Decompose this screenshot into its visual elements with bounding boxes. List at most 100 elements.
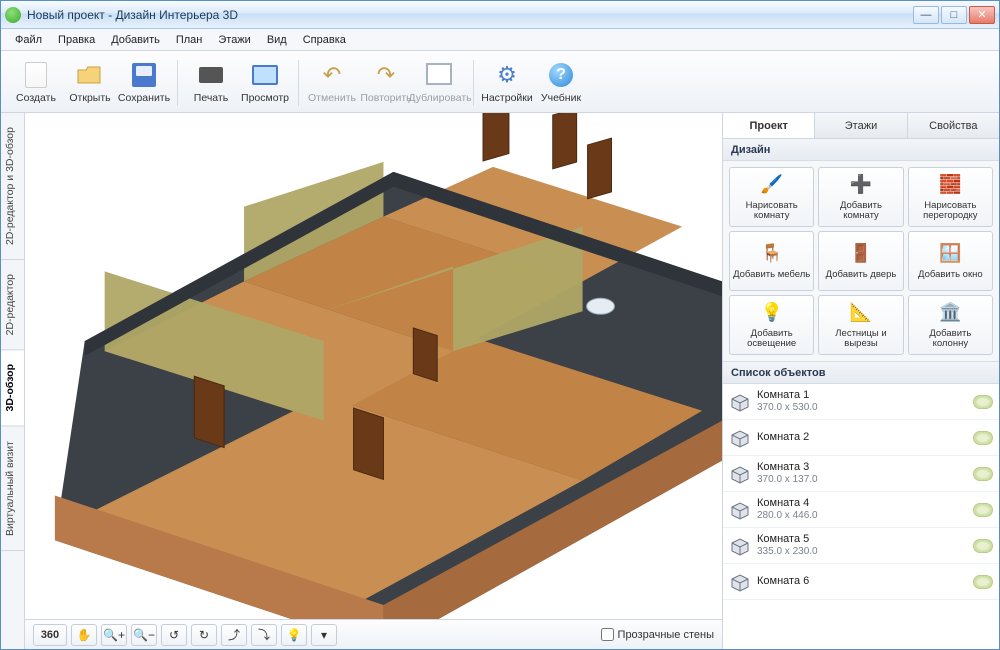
list-item[interactable]: Комната 3370.0 x 137.0 [723,456,999,492]
wall-icon: 🧱 [938,173,962,197]
tab-project[interactable]: Проект [723,113,815,138]
list-item[interactable]: Комната 2 [723,420,999,456]
draw-room-button[interactable]: 🖌️Нарисовать комнату [729,167,814,227]
add-room-button[interactable]: ➕Добавить комнату [818,167,903,227]
rotate-360-button[interactable]: 360 [33,624,67,646]
box-icon [729,571,751,593]
object-list[interactable]: Комната 1370.0 x 530.0 Комната 2 Комната… [723,384,999,649]
close-button[interactable]: ✕ [969,6,995,24]
tab-2d-3d[interactable]: 2D-редактор и 3D-обзор [1,113,24,260]
view-toolbar: 360 ✋ 🔍+ 🔍− ↺ ↻ ⤴ ⤵ 💡 ▾ Прозрачные стены [25,619,722,649]
menu-floors[interactable]: Этажи [210,31,258,49]
tab-2d[interactable]: 2D-редактор [1,260,24,350]
menu-help[interactable]: Справка [295,31,354,49]
view-dropdown[interactable]: ▾ [311,624,337,646]
transparent-walls-checkbox[interactable]: Прозрачные стены [601,628,714,641]
duplicate-button[interactable]: Дублировать [413,55,467,111]
menu-plan[interactable]: План [168,31,211,49]
add-column-button[interactable]: 🏛️Добавить колонну [908,295,993,355]
save-button[interactable]: Сохранить [117,55,171,111]
settings-button[interactable]: ⚙Настройки [480,55,534,111]
box-icon [729,463,751,485]
design-grid: 🖌️Нарисовать комнату ➕Добавить комнату 🧱… [723,161,999,362]
door-icon: 🚪 [849,242,873,266]
box-icon [729,427,751,449]
tab-3d[interactable]: 3D-обзор [1,350,24,426]
list-item[interactable]: Комната 1370.0 x 530.0 [723,384,999,420]
right-tabs: Проект Этажи Свойства [723,113,999,139]
column-icon: 🏛️ [938,301,962,325]
list-item[interactable]: Комната 4280.0 x 446.0 [723,492,999,528]
create-button[interactable]: Создать [9,55,63,111]
toolbar-separator [177,60,178,106]
zoom-out-button[interactable]: 🔍− [131,624,157,646]
new-icon [22,61,50,89]
printer-icon [197,61,225,89]
redo-icon: ↷ [372,61,400,89]
body: 2D-редактор и 3D-обзор 2D-редактор 3D-об… [1,113,999,649]
visibility-icon[interactable] [973,395,993,409]
visibility-icon[interactable] [973,503,993,517]
zoom-in-button[interactable]: 🔍+ [101,624,127,646]
light-button[interactable]: 💡 [281,624,307,646]
folder-icon [76,61,104,89]
tab-virtual[interactable]: Виртуальный визит [1,427,24,551]
menu-file[interactable]: Файл [7,31,50,49]
menubar: Файл Правка Добавить План Этажи Вид Спра… [1,29,999,51]
add-furniture-button[interactable]: 🪑Добавить мебель [729,231,814,291]
menu-add[interactable]: Добавить [103,31,168,49]
stairs-button[interactable]: 📐Лестницы и вырезы [818,295,903,355]
tab-floors[interactable]: Этажи [815,113,907,138]
box-icon [729,391,751,413]
gear-icon: ⚙ [493,61,521,89]
app-window: Новый проект - Дизайн Интерьера 3D — □ ✕… [0,0,1000,650]
add-room-icon: ➕ [849,173,873,197]
bulb-icon: 💡 [760,301,784,325]
add-window-button[interactable]: 🪟Добавить окно [908,231,993,291]
monitor-icon [251,61,279,89]
preview-button[interactable]: Просмотр [238,55,292,111]
right-panel: Проект Этажи Свойства Дизайн 🖌️Нарисоват… [723,113,999,649]
list-item[interactable]: Комната 6 [723,564,999,600]
add-light-button[interactable]: 💡Добавить освещение [729,295,814,355]
titlebar: Новый проект - Дизайн Интерьера 3D — □ ✕ [1,1,999,29]
maximize-button[interactable]: □ [941,6,967,24]
visibility-icon[interactable] [973,431,993,445]
print-button[interactable]: Печать [184,55,238,111]
window-title: Новый проект - Дизайн Интерьера 3D [27,8,911,22]
draw-partition-button[interactable]: 🧱Нарисовать перегородку [908,167,993,227]
add-door-button[interactable]: 🚪Добавить дверь [818,231,903,291]
box-icon [729,499,751,521]
menu-edit[interactable]: Правка [50,31,103,49]
redo-button[interactable]: ↷Повторить [359,55,413,111]
tilt-back-button[interactable]: ⤴ [221,624,247,646]
rotate-ccw-button[interactable]: ↺ [161,624,187,646]
app-icon [5,7,21,23]
tutorial-button[interactable]: ?Учебник [534,55,588,111]
visibility-icon[interactable] [973,467,993,481]
box-icon [729,535,751,557]
visibility-icon[interactable] [973,575,993,589]
side-tabs: 2D-редактор и 3D-обзор 2D-редактор 3D-об… [1,113,25,649]
transparent-walls-input[interactable] [601,628,614,641]
visibility-icon[interactable] [973,539,993,553]
minimize-button[interactable]: — [913,6,939,24]
undo-button[interactable]: ↶Отменить [305,55,359,111]
stairs-icon: 📐 [849,301,873,325]
undo-icon: ↶ [318,61,346,89]
tab-properties[interactable]: Свойства [908,113,999,138]
pan-button[interactable]: ✋ [71,624,97,646]
open-button[interactable]: Открыть [63,55,117,111]
rotate-cw-button[interactable]: ↻ [191,624,217,646]
chair-icon: 🪑 [760,242,784,266]
objects-header: Список объектов [723,362,999,384]
tilt-fwd-button[interactable]: ⤵ [251,624,277,646]
disk-icon [130,61,158,89]
3d-scene[interactable] [25,113,722,619]
menu-view[interactable]: Вид [259,31,295,49]
toolbar: Создать Открыть Сохранить Печать Просмот… [1,51,999,113]
toolbar-separator [298,60,299,106]
list-item[interactable]: Комната 5335.0 x 230.0 [723,528,999,564]
viewport: 360 ✋ 🔍+ 🔍− ↺ ↻ ⤴ ⤵ 💡 ▾ Прозрачные стены [25,113,723,649]
window-icon: 🪟 [938,242,962,266]
